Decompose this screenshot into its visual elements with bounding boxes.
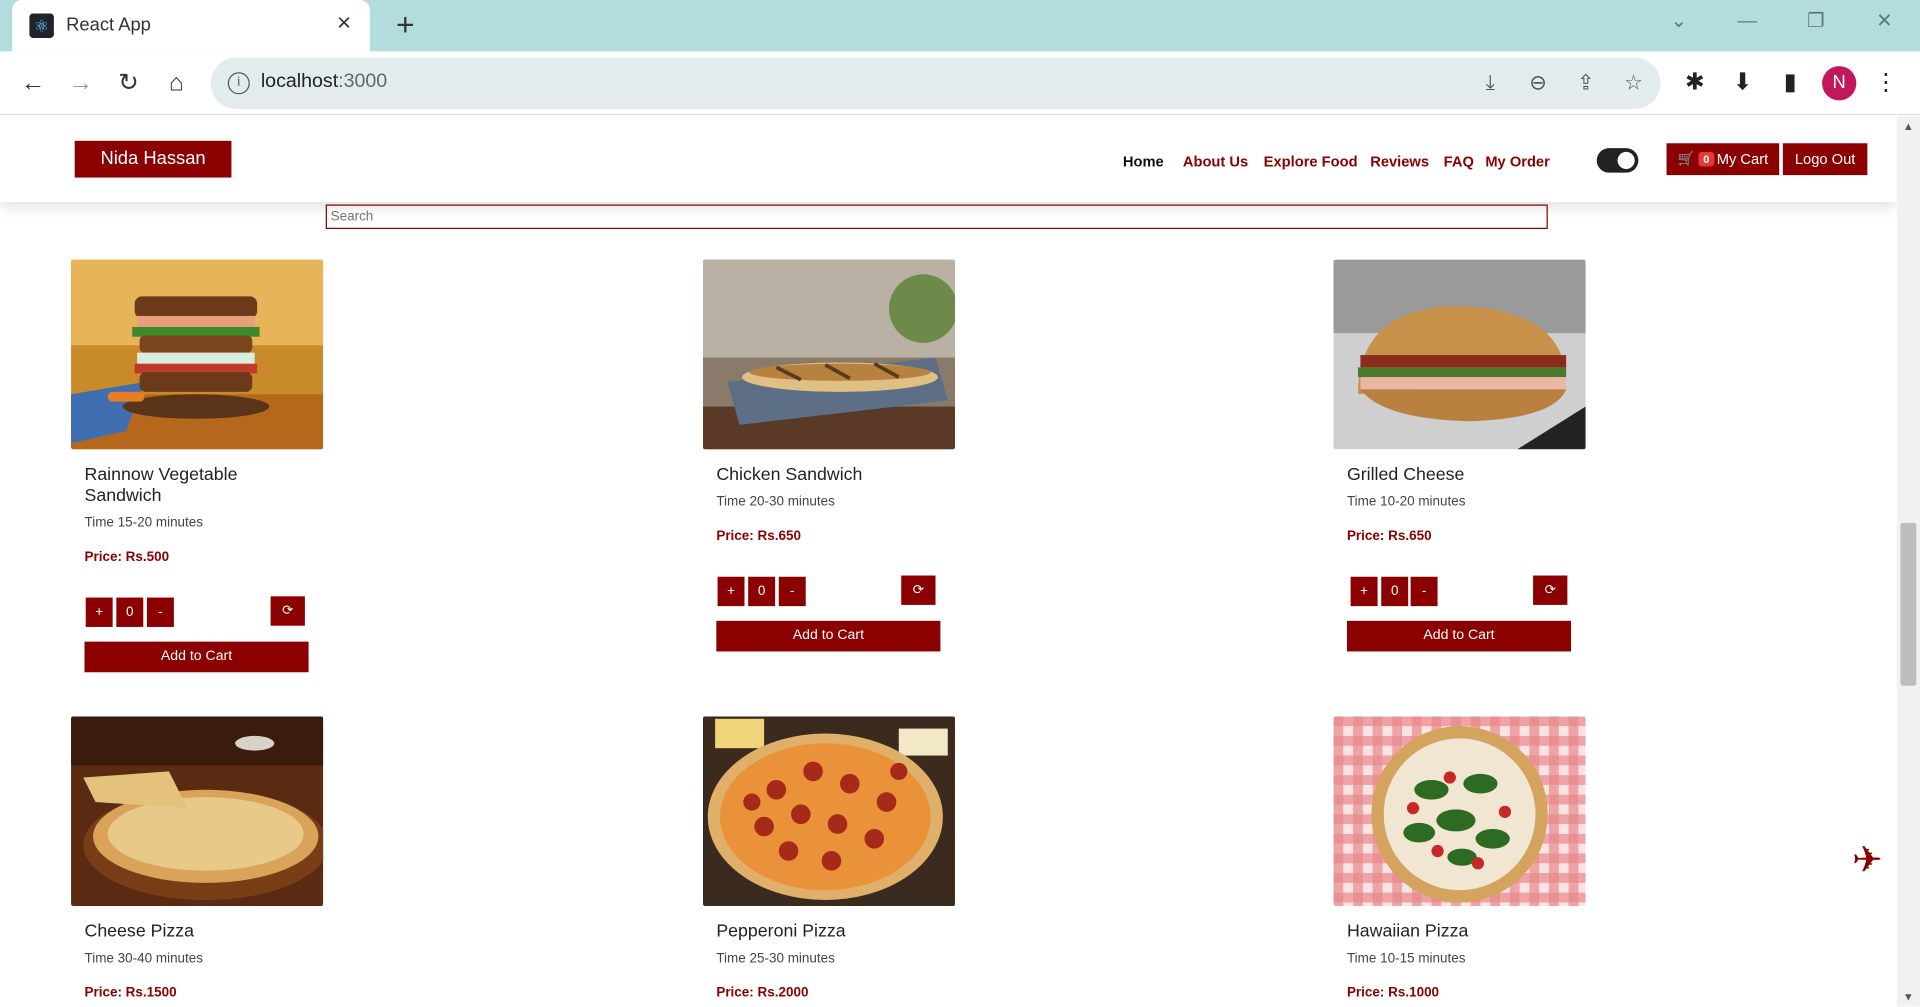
increment-button[interactable]: +: [85, 597, 113, 627]
minimize-icon[interactable]: —: [1729, 7, 1766, 36]
product-price: Price: Rs.650: [716, 528, 801, 544]
increment-button[interactable]: +: [717, 576, 745, 607]
quantity-display: 0: [1381, 576, 1409, 607]
product-price: Price: Rs.650: [1346, 528, 1432, 544]
tab-title: React App: [66, 14, 151, 36]
product-time: Time 10-15 minutes: [1346, 951, 1466, 967]
back-icon[interactable]: ←: [16, 66, 50, 100]
product-image-chicken-sandwich: [702, 259, 956, 450]
home-icon[interactable]: ⌂: [159, 66, 193, 100]
reset-refresh-icon[interactable]: ⟳: [1533, 575, 1568, 605]
nav-about-us[interactable]: About Us: [1183, 153, 1248, 170]
extensions-icon[interactable]: ✱: [1678, 66, 1712, 100]
brand-logo[interactable]: Nida Hassan: [74, 140, 232, 178]
quantity-display: 0: [116, 597, 144, 627]
cart-icon: 🛒: [1677, 151, 1695, 167]
add-to-cart-button[interactable]: Add to Cart: [84, 641, 309, 673]
product-name: Pepperoni Pizza: [716, 922, 846, 942]
share-icon[interactable]: ⇪: [1571, 69, 1600, 98]
product-price: Price: Rs.1000: [1346, 985, 1440, 1001]
page-viewport: Nida Hassan Home About Us Explore Food R…: [0, 116, 1897, 1007]
decrement-button[interactable]: -: [146, 597, 174, 627]
scrollbar-thumb[interactable]: [1900, 522, 1917, 686]
product-time: Time 15-20 minutes: [84, 515, 204, 531]
close-tab-icon[interactable]: ×: [331, 10, 358, 37]
search-input[interactable]: [325, 204, 1548, 229]
scroll-down-arrow-icon[interactable]: ▼: [1897, 987, 1920, 1007]
close-window-icon[interactable]: ✕: [1866, 7, 1903, 36]
product-name: Grilled Cheese: [1346, 465, 1465, 485]
install-app-icon[interactable]: ⤓: [1476, 69, 1505, 98]
increment-button[interactable]: +: [1350, 576, 1378, 607]
nav-explore-food[interactable]: Explore Food: [1264, 153, 1358, 170]
react-favicon-icon: ⚛: [29, 13, 54, 38]
product-time: Time 10-20 minutes: [1346, 494, 1466, 510]
logout-button[interactable]: Logo Out: [1782, 143, 1868, 176]
product-image-pepperoni-pizza: [702, 716, 956, 907]
product-name: Rainnow Vegetable Sandwich: [84, 465, 238, 506]
browser-toolbar: ← → ↻ ⌂ i localhost:3000 ⤓ ⊖ ⇪ ☆ ✱ ⬇ ▮ N…: [0, 51, 1920, 116]
forward-icon[interactable]: →: [64, 66, 98, 100]
tab-search-chevron-icon[interactable]: ⌄: [1660, 7, 1697, 36]
bookmark-star-icon[interactable]: ☆: [1619, 69, 1648, 98]
toggle-knob: [1617, 151, 1635, 169]
nav-my-order[interactable]: My Order: [1485, 153, 1550, 170]
new-tab-icon[interactable]: +: [389, 9, 421, 42]
theme-toggle[interactable]: [1596, 148, 1639, 173]
product-price: Price: Rs.500: [84, 549, 170, 565]
product-image-grilled-cheese: [1333, 259, 1586, 450]
downloads-icon[interactable]: ⬇: [1725, 66, 1759, 100]
zoom-icon[interactable]: ⊖: [1523, 69, 1552, 98]
side-panel-icon[interactable]: ▮: [1773, 66, 1807, 100]
product-price: Price: Rs.1500: [84, 985, 177, 1001]
my-cart-button[interactable]: 🛒 0 My Cart: [1666, 143, 1780, 176]
restore-icon[interactable]: ❐: [1798, 7, 1835, 36]
address-bar[interactable]: i localhost:3000 ⤓ ⊖ ⇪ ☆: [210, 57, 1661, 109]
nav-reviews[interactable]: Reviews: [1370, 153, 1429, 170]
decrement-button[interactable]: -: [1410, 576, 1438, 607]
airplane-icon[interactable]: ✈: [1847, 840, 1889, 882]
product-time: Time 20-30 minutes: [716, 494, 835, 510]
nav-faq[interactable]: FAQ: [1444, 153, 1474, 170]
browser-tab-strip: ⚛ React App × + ⌄ — ❐ ✕: [0, 0, 1920, 52]
profile-avatar[interactable]: N: [1822, 66, 1857, 101]
browser-tab[interactable]: ⚛ React App ×: [12, 0, 370, 52]
product-name: Hawaiian Pizza: [1346, 922, 1469, 942]
nav-home[interactable]: Home: [1123, 153, 1164, 170]
decrement-button[interactable]: -: [778, 576, 806, 607]
cart-label: My Cart: [1716, 150, 1769, 168]
product-price: Price: Rs.2000: [716, 985, 809, 1001]
menu-kebab-icon[interactable]: ⋮: [1869, 66, 1903, 100]
product-image-hawaiian-pizza: [1333, 716, 1586, 907]
add-to-cart-button[interactable]: Add to Cart: [1346, 620, 1572, 652]
cart-count-badge: 0: [1698, 151, 1715, 167]
product-image-cheese-pizza: [71, 716, 324, 907]
url-text: localhost:3000: [260, 71, 388, 92]
reset-refresh-icon[interactable]: ⟳: [270, 596, 305, 626]
product-time: Time 25-30 minutes: [716, 951, 835, 967]
add-to-cart-button[interactable]: Add to Cart: [716, 620, 941, 652]
page-scrollbar[interactable]: ▲ ▼: [1896, 116, 1920, 1007]
reset-refresh-icon[interactable]: ⟳: [901, 575, 936, 605]
site-navbar: Nida Hassan Home About Us Explore Food R…: [0, 116, 1897, 203]
reload-icon[interactable]: ↻: [111, 66, 145, 100]
quantity-display: 0: [748, 576, 776, 607]
product-name: Cheese Pizza: [84, 922, 195, 942]
product-image-vegetable-sandwich: [71, 259, 324, 450]
scroll-up-arrow-icon[interactable]: ▲: [1897, 116, 1920, 136]
product-name: Chicken Sandwich: [716, 465, 863, 485]
site-info-icon[interactable]: i: [227, 72, 250, 95]
product-time: Time 30-40 minutes: [84, 951, 204, 967]
